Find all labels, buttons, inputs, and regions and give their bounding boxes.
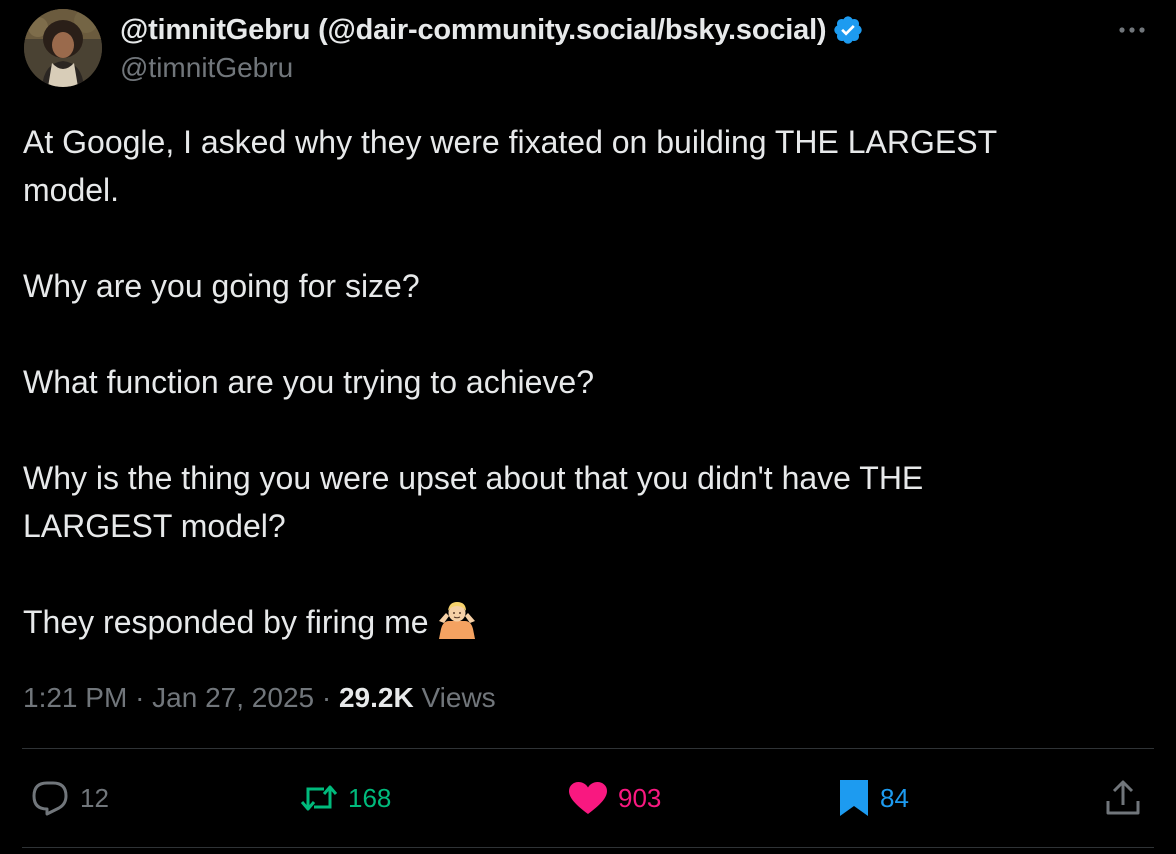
tweet-date[interactable]: Jan 27, 2025: [152, 682, 314, 713]
tweet-line: They responded by firing me: [23, 604, 429, 640]
divider: [22, 748, 1154, 749]
author-name-row: @timnitGebru (@dair-community.social/bsk…: [120, 12, 864, 48]
meta-separator: ·: [321, 682, 332, 713]
retweet-button[interactable]: 168: [300, 776, 391, 820]
author-handle[interactable]: @timnitGebru: [120, 52, 293, 84]
bookmark-icon: [838, 778, 870, 818]
share-button[interactable]: [1104, 776, 1142, 820]
divider: [22, 847, 1154, 848]
tweet-line: Why are you going for size?: [23, 268, 420, 304]
tweet-time[interactable]: 1:21 PM: [23, 682, 127, 713]
bookmark-count: 84: [880, 782, 909, 813]
retweet-count: 168: [348, 782, 392, 813]
tweet-last-line: They responded by firing me: [23, 598, 1143, 652]
like-count: 903: [618, 782, 662, 813]
tweet-line: model.: [23, 172, 120, 208]
verified-badge-icon: [832, 14, 864, 46]
tweet-line: What function are you trying to achieve?: [23, 364, 594, 400]
tweet-text: At Google, I asked why they were fixated…: [23, 118, 1143, 652]
more-horizontal-icon: [1119, 27, 1145, 33]
heart-icon: [568, 781, 608, 815]
views-count: 29.2K: [338, 682, 414, 713]
retweet-icon: [300, 782, 338, 814]
tweet-card: @timnitGebru (@dair-community.social/bsk…: [0, 0, 1176, 854]
share-icon: [1104, 779, 1142, 817]
reply-button[interactable]: 12: [30, 776, 109, 820]
bookmark-button[interactable]: 84: [838, 776, 909, 820]
reply-count: 12: [80, 782, 109, 813]
tweet-line: At Google, I asked why they were fixated…: [23, 124, 998, 160]
more-options-button[interactable]: [1112, 14, 1152, 46]
reply-icon: [30, 780, 70, 816]
tweet-line: Why is the thing you were upset about th…: [23, 460, 924, 496]
avatar[interactable]: [24, 9, 102, 87]
display-name[interactable]: @timnitGebru (@dair-community.social/bsk…: [120, 14, 827, 47]
person-shrugging-emoji-icon: [437, 599, 477, 652]
tweet-line: LARGEST model?: [23, 508, 286, 544]
like-button[interactable]: 903: [568, 776, 661, 820]
views-label: Views: [421, 682, 496, 713]
meta-separator: ·: [135, 682, 145, 713]
tweet-meta: 1:21 PM · Jan 27, 2025 · 29.2K Views: [23, 676, 496, 720]
